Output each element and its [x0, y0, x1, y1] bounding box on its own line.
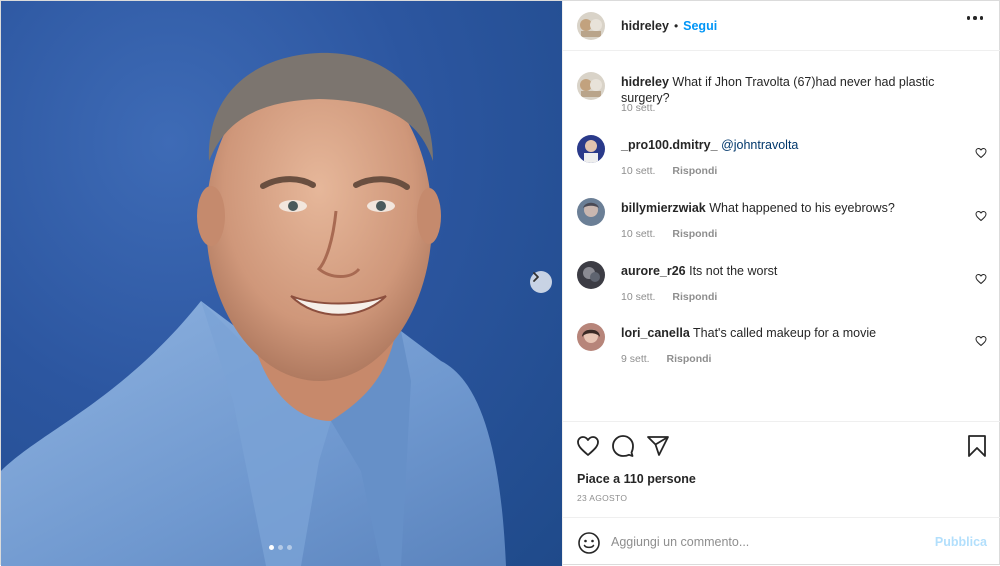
- comment-username[interactable]: _pro100.dmitry_: [621, 138, 718, 152]
- comment-body: _pro100.dmitry_ @johntravolta: [621, 137, 961, 153]
- comment-body: aurore_r26 Its not the worst: [621, 263, 961, 279]
- separator-dot: •: [673, 18, 679, 33]
- more-options-icon[interactable]: [966, 16, 983, 20]
- comment-time[interactable]: 10 sett.: [621, 228, 655, 240]
- comment-text: That's called makeup for a movie: [693, 326, 877, 340]
- comment-text: What happened to his eyebrows?: [709, 201, 895, 215]
- post-image[interactable]: [1, 1, 562, 566]
- comment-body: billymierzwiak What happened to his eyeb…: [621, 200, 961, 216]
- add-comment-bar: Pubblica: [563, 517, 1000, 566]
- post-header: hidreley • Segui: [563, 1, 1000, 51]
- commenter-avatar-image: [577, 261, 605, 289]
- comments-list: hidreley What if Jhon Travolta (67)had n…: [563, 51, 1000, 421]
- comment-time[interactable]: 10 sett.: [621, 165, 655, 177]
- caption-username[interactable]: hidreley: [621, 75, 669, 89]
- comment-meta: 9 sett. Rispondi: [621, 353, 711, 365]
- carousel-indicator: [269, 545, 292, 550]
- reply-button[interactable]: Rispondi: [672, 165, 717, 177]
- comment-text: Its not the worst: [689, 264, 778, 278]
- comment-username[interactable]: billymierzwiak: [621, 201, 706, 215]
- heart-icon[interactable]: [576, 434, 600, 458]
- caption-time[interactable]: 10 sett.: [621, 102, 655, 114]
- reply-button[interactable]: Rispondi: [672, 291, 717, 303]
- commenter-avatar-image: [577, 323, 605, 351]
- likes-count[interactable]: Piace a 110 persone: [577, 472, 696, 486]
- follow-button[interactable]: Segui: [683, 19, 717, 33]
- post-modal: hidreley • Segui hidreley What if Jhon T…: [0, 0, 1000, 566]
- commenter-avatar-image: [577, 135, 605, 163]
- heart-icon[interactable]: [975, 335, 987, 347]
- carousel-dot: [287, 545, 292, 550]
- reply-button[interactable]: Rispondi: [667, 353, 712, 365]
- commenter-avatar-image: [577, 198, 605, 226]
- comment-time[interactable]: 9 sett.: [621, 353, 650, 365]
- send-icon[interactable]: [646, 434, 670, 458]
- heart-icon[interactable]: [975, 147, 987, 159]
- post-date[interactable]: 23 AGOSTO: [577, 493, 627, 503]
- author-avatar-image: [577, 72, 605, 100]
- comment-input[interactable]: [611, 531, 921, 553]
- comment-body: lori_canella That's called makeup for a …: [621, 325, 961, 341]
- comment-meta: 10 sett. Rispondi: [621, 165, 717, 177]
- heart-icon[interactable]: [975, 210, 987, 222]
- avatar[interactable]: [577, 261, 605, 289]
- comment-meta: 10 sett. Rispondi: [621, 291, 717, 303]
- comment-meta: 10 sett. Rispondi: [621, 228, 717, 240]
- comment-username[interactable]: lori_canella: [621, 326, 690, 340]
- avatar[interactable]: [577, 72, 605, 100]
- portrait-illustration: [1, 52, 506, 566]
- reply-button[interactable]: Rispondi: [672, 228, 717, 240]
- caption-body: hidreley What if Jhon Travolta (67)had n…: [621, 74, 961, 106]
- avatar[interactable]: [577, 135, 605, 163]
- publish-button[interactable]: Pubblica: [935, 535, 987, 549]
- carousel-next-button[interactable]: [530, 271, 552, 293]
- avatar[interactable]: [577, 323, 605, 351]
- chevron-right-icon: [533, 272, 539, 282]
- author-username[interactable]: hidreley: [621, 19, 669, 33]
- author-avatar-image: [577, 11, 605, 40]
- carousel-dot: [278, 545, 283, 550]
- carousel-dot: [269, 545, 274, 550]
- post-actions: Piace a 110 persone 23 AGOSTO: [563, 421, 1000, 517]
- heart-icon[interactable]: [975, 273, 987, 285]
- bookmark-icon[interactable]: [966, 434, 988, 458]
- smiley-icon[interactable]: [577, 531, 601, 555]
- post-sidebar: hidreley • Segui hidreley What if Jhon T…: [562, 1, 1000, 566]
- avatar[interactable]: [577, 198, 605, 226]
- caption-meta: 10 sett.: [621, 102, 655, 114]
- comment-icon[interactable]: [611, 434, 635, 458]
- comment-mention[interactable]: @johntravolta: [721, 138, 798, 152]
- comment-username[interactable]: aurore_r26: [621, 264, 686, 278]
- avatar[interactable]: [577, 11, 605, 40]
- comment-time[interactable]: 10 sett.: [621, 291, 655, 303]
